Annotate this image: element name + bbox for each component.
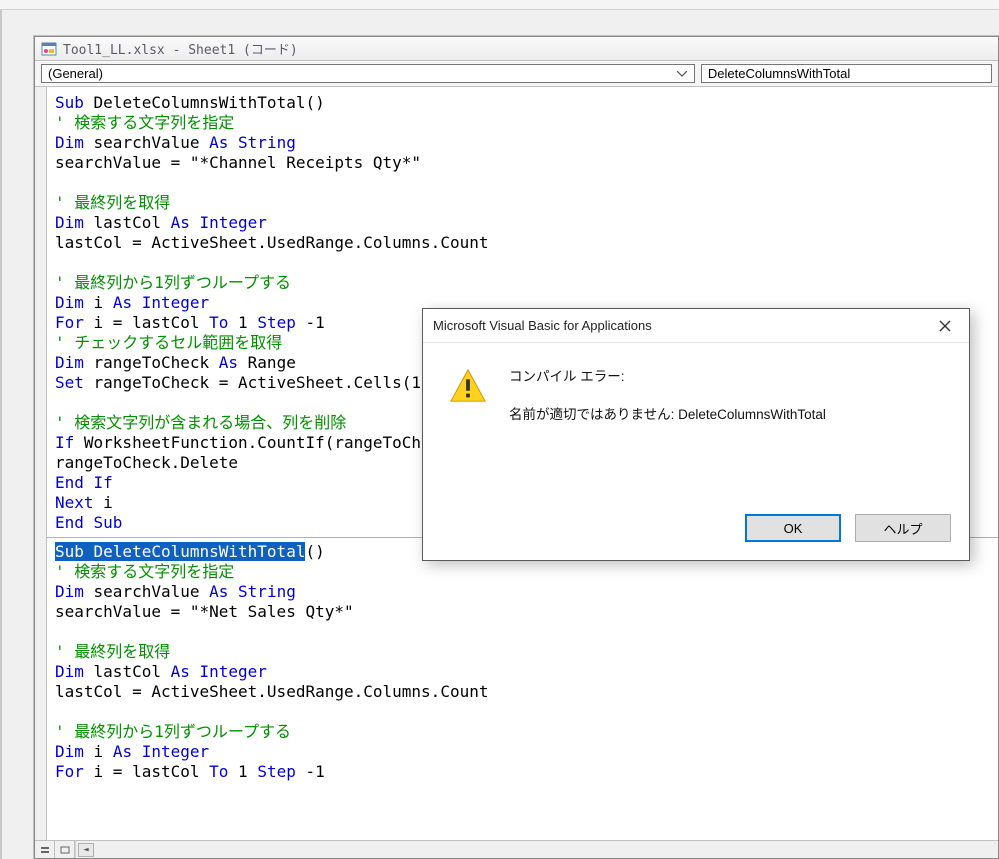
scroll-left-arrow-icon[interactable]: ◄	[78, 843, 94, 857]
procedure-view-button[interactable]	[35, 841, 55, 858]
compile-error-dialog: Microsoft Visual Basic for Applications …	[422, 308, 970, 561]
full-module-view-button[interactable]	[55, 841, 75, 858]
mdi-client-area: Tool1_LL.xlsx - Sheet1 (コード) (General) D…	[0, 10, 999, 859]
code-window-icon	[41, 41, 57, 57]
chevron-down-icon	[675, 66, 690, 81]
dialog-message: コンパイル エラー: 名前が適切ではありません: DeleteColumnsWi…	[509, 367, 826, 504]
close-icon	[939, 320, 951, 332]
close-button[interactable]	[931, 312, 959, 340]
dialog-title: Microsoft Visual Basic for Applications	[433, 318, 652, 333]
error-label: コンパイル エラー:	[509, 367, 826, 387]
object-dropdown[interactable]: (General)	[41, 64, 695, 83]
procedure-dropdown[interactable]: DeleteColumnsWithTotal	[701, 64, 992, 83]
error-message: 名前が適切ではありません: DeleteColumnsWithTotal	[509, 405, 826, 425]
dialog-titlebar[interactable]: Microsoft Visual Basic for Applications	[423, 309, 969, 343]
code-gutter	[35, 87, 47, 840]
warning-icon	[449, 367, 487, 405]
error-highlight: Sub DeleteColumnsWithTotal	[55, 542, 305, 561]
horizontal-scrollbar[interactable]: ◄	[75, 841, 998, 858]
procedure-dropdown-value: DeleteColumnsWithTotal	[708, 66, 850, 81]
code-window-title: Tool1_LL.xlsx - Sheet1 (コード)	[63, 39, 298, 58]
dialog-button-row: OK ヘルプ	[423, 514, 969, 560]
help-button[interactable]: ヘルプ	[855, 514, 951, 542]
object-dropdown-value: (General)	[48, 66, 103, 81]
ok-button[interactable]: OK	[745, 514, 841, 542]
object-procedure-row: (General) DeleteColumnsWithTotal	[35, 61, 998, 87]
code-window-titlebar[interactable]: Tool1_LL.xlsx - Sheet1 (コード)	[35, 37, 998, 61]
code-bottom-bar: ◄	[35, 840, 998, 858]
dialog-body: コンパイル エラー: 名前が適切ではありません: DeleteColumnsWi…	[423, 343, 969, 514]
main-toolbar	[0, 0, 999, 10]
